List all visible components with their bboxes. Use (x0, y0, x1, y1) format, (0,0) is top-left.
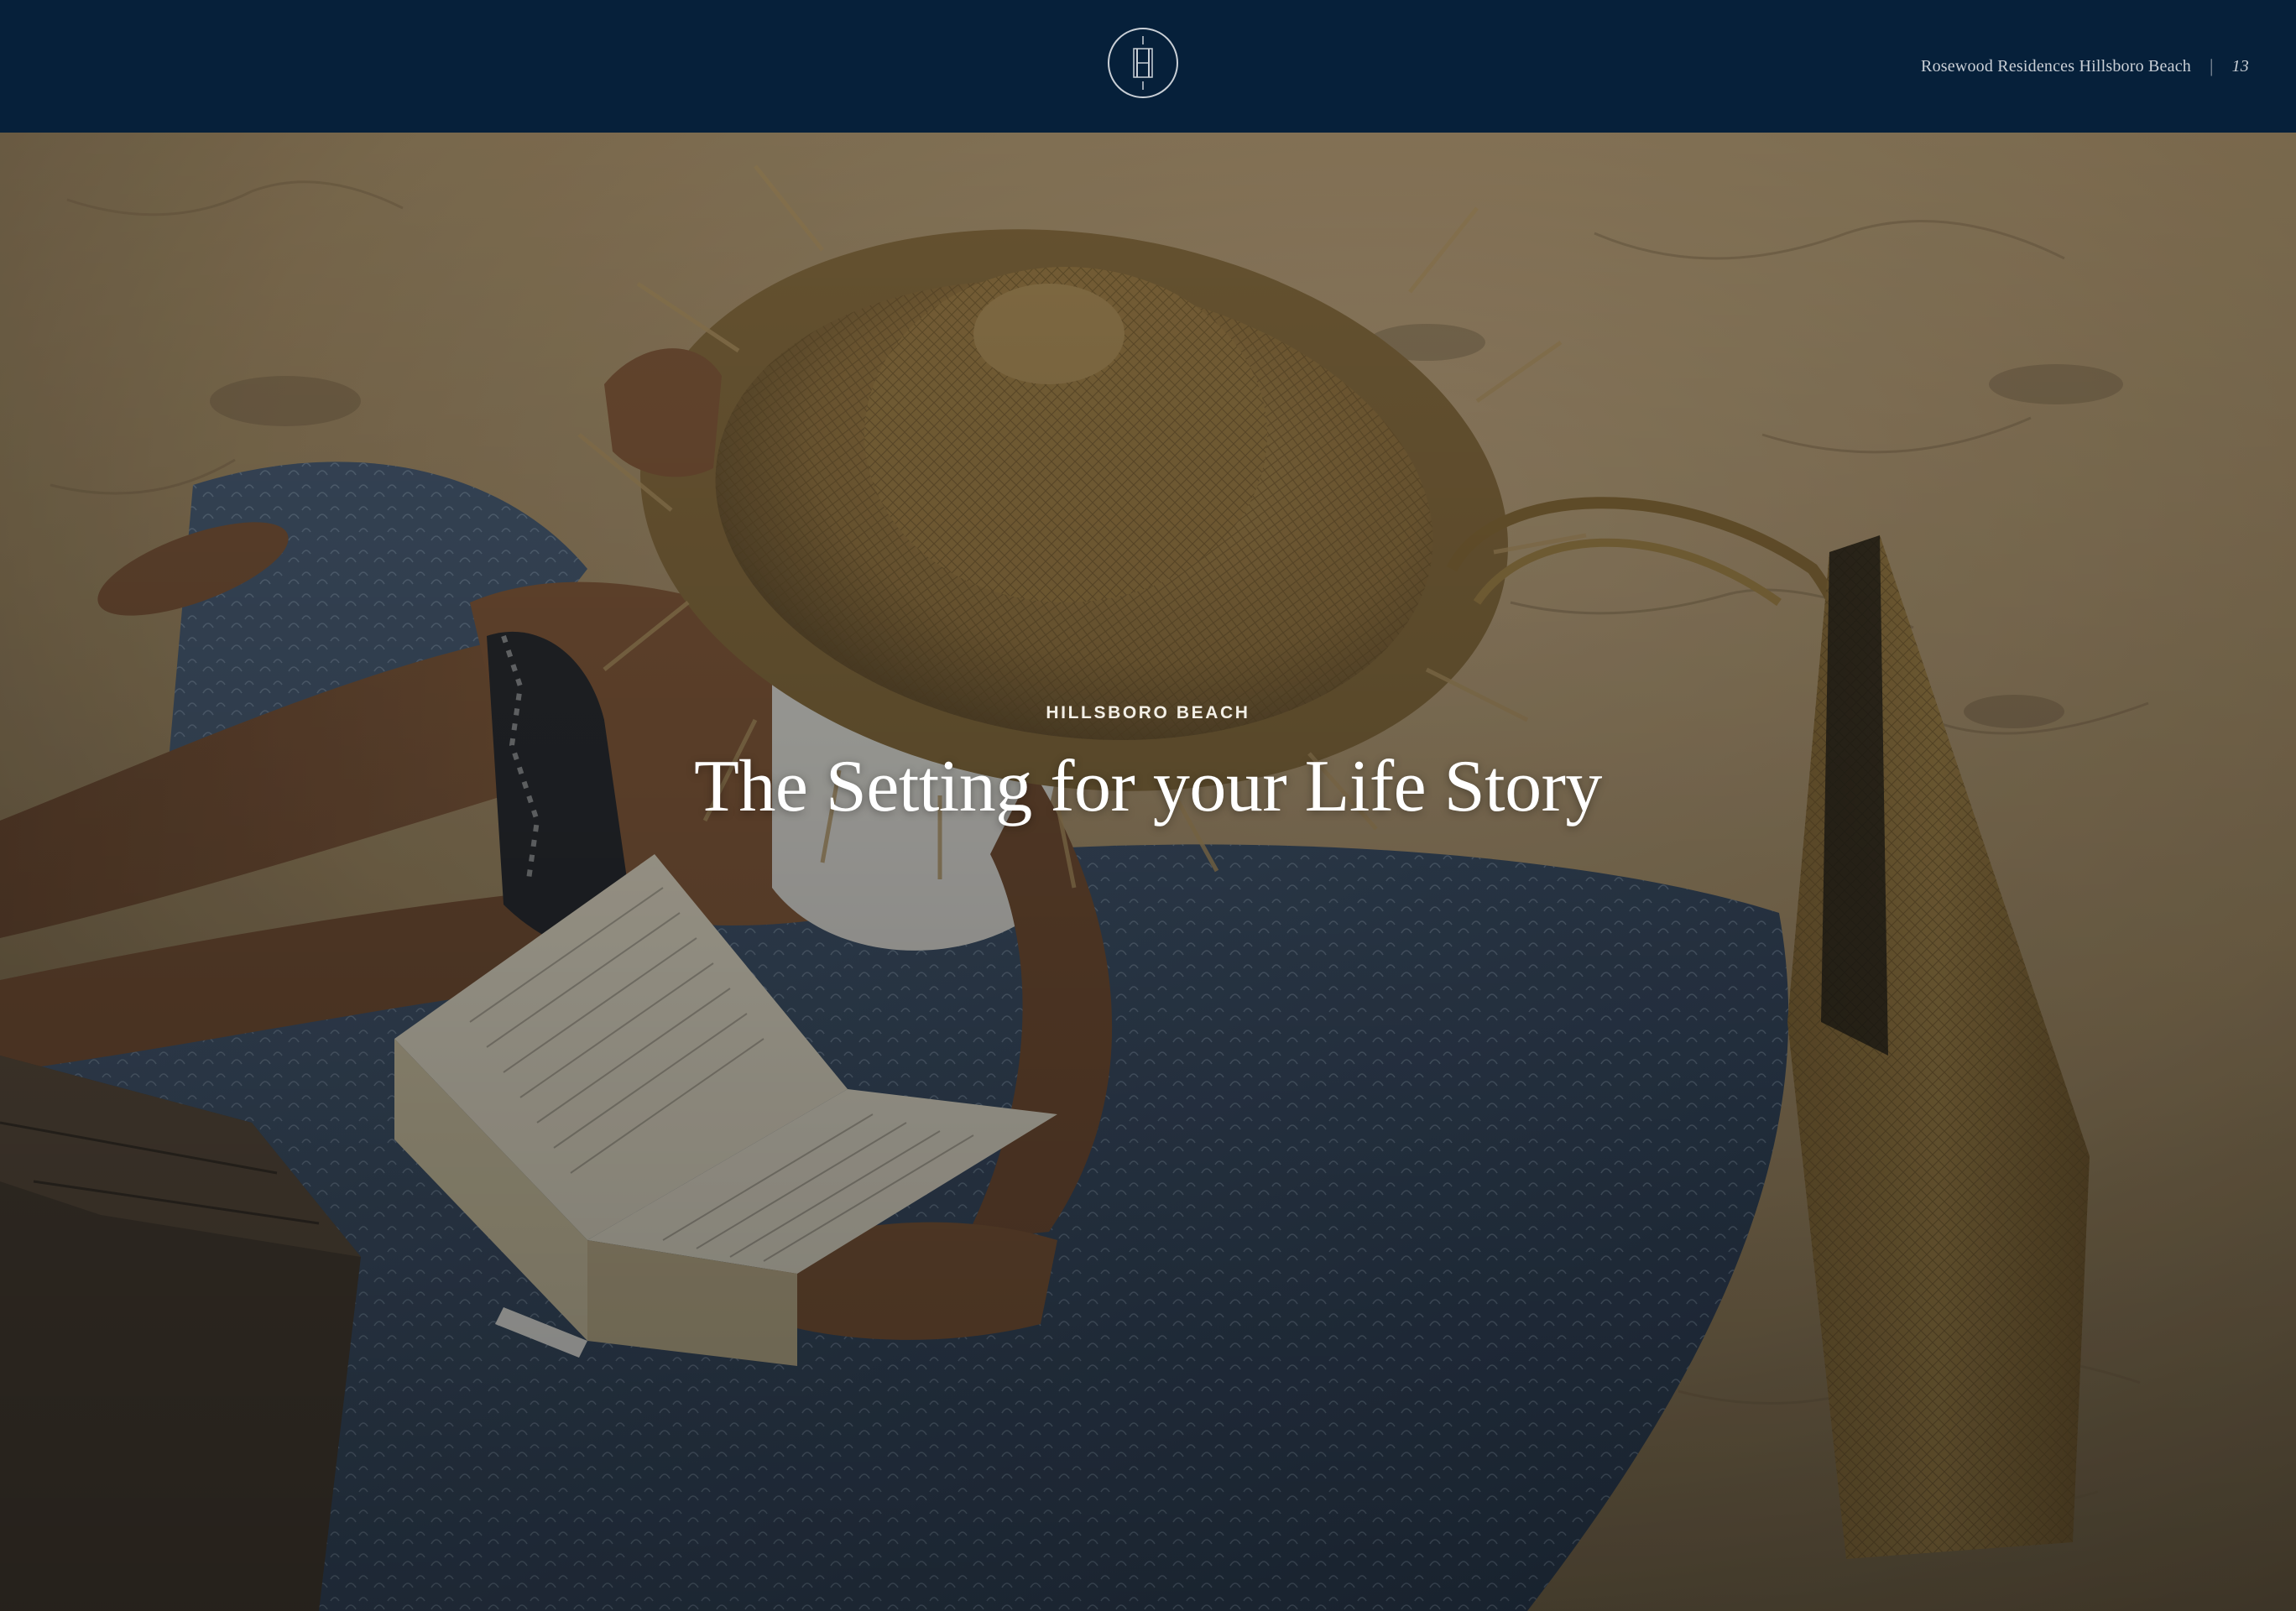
hero-headline: The Setting for your Life Story (694, 746, 1602, 827)
rosewood-monogram-icon (1106, 26, 1180, 100)
brand-line: Rosewood Residences Hillsboro Beach (1921, 56, 2191, 76)
running-head: Rosewood Residences Hillsboro Beach | 13 (1921, 54, 2249, 79)
top-bar: Rosewood Residences Hillsboro Beach | 13 (0, 0, 2296, 133)
hero-text: HILLSBORO BEACH The Setting for your Lif… (0, 703, 2296, 824)
hero-photo (0, 133, 2296, 1611)
page-number: 13 (2231, 56, 2249, 76)
separator: | (2209, 55, 2214, 76)
eyebrow-label: HILLSBORO BEACH (1046, 703, 1250, 722)
